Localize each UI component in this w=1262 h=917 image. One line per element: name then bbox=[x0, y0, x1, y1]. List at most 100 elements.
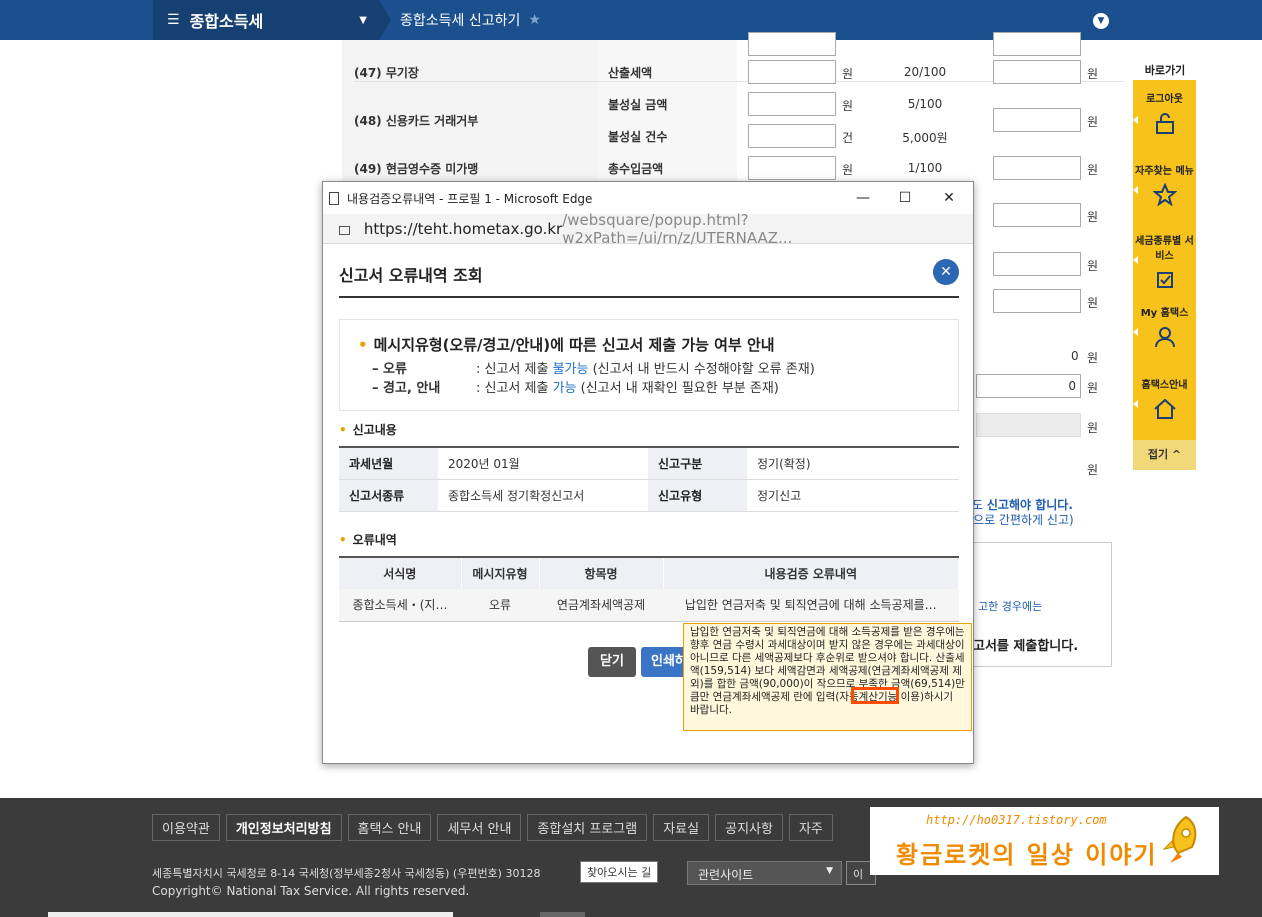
minimize-button[interactable]: — bbox=[843, 182, 883, 214]
row-48-amount-input[interactable] bbox=[748, 92, 836, 116]
table-cell[interactable]: 오류 bbox=[461, 589, 539, 622]
page-icon bbox=[329, 191, 339, 205]
close-button[interactable]: 닫기 bbox=[588, 647, 636, 677]
unit-label: 원 bbox=[1087, 259, 1099, 273]
column-header: 서식명 bbox=[339, 557, 462, 589]
tooltip-text: 납입한 연금저축 및 퇴직연금에 대해 소득공제를 받은 경우에는 향후 연금 … bbox=[690, 626, 965, 716]
scrollbar[interactable] bbox=[48, 912, 453, 917]
quick-item-label: 자주찾는 메뉴 bbox=[1135, 166, 1194, 177]
quick-item-logout[interactable]: 로그아웃 bbox=[1133, 90, 1196, 135]
footer-link-data[interactable]: 자료실 bbox=[653, 814, 710, 841]
table-cell[interactable]: 종합소득세・(지… bbox=[339, 589, 461, 622]
checkbox-icon bbox=[1156, 272, 1173, 288]
row-47-amount-input[interactable] bbox=[748, 60, 836, 84]
footer-link-install[interactable]: 종합설치 프로그램 bbox=[527, 814, 648, 841]
related-sites-select[interactable]: 관련사이트 ▼ bbox=[687, 861, 842, 885]
table-key: 신고서종류 bbox=[339, 479, 438, 512]
scrollbar-thumb[interactable] bbox=[540, 912, 585, 917]
info-box-bold: 고서를 제출합니다. bbox=[973, 639, 1079, 654]
related-sites-label: 관련사이트 bbox=[698, 868, 754, 882]
table-cell[interactable]: 연금계좌세액공제 bbox=[539, 589, 663, 622]
footer-address: 세종특별자치시 국세청로 8-14 국세청(정부세종2청사 국세청동) (우편번… bbox=[152, 867, 541, 880]
unit-label: 원 bbox=[1087, 210, 1099, 224]
table-value: 2020년 01월 bbox=[438, 447, 648, 480]
footer-link-privacy[interactable]: 개인정보처리방침 bbox=[225, 814, 342, 841]
close-window-button[interactable]: ✕ bbox=[929, 182, 969, 214]
footer-link-terms[interactable]: 이용약관 bbox=[152, 814, 220, 841]
row-47-sub: 산출세액 bbox=[608, 66, 653, 80]
quick-item-label: 홈택스안내 bbox=[1141, 380, 1188, 391]
column-header: 내용검증 오류내역 bbox=[663, 557, 959, 589]
table-row[interactable]: 종합소득세・(지… 오류 연금계좌세액공제 납입한 연금저축 및 퇴직연금에 대… bbox=[339, 589, 959, 622]
main-menu-label: 종합소득세 bbox=[189, 12, 264, 31]
arrow-icon bbox=[1133, 116, 1138, 124]
unit-label: 원 bbox=[1087, 296, 1099, 310]
quick-item-guide[interactable]: 홈택스안내 bbox=[1133, 376, 1196, 421]
row-48-sub1: 불성실 금액 bbox=[608, 98, 668, 112]
tax-input[interactable] bbox=[993, 289, 1081, 313]
maximize-button[interactable]: ☐ bbox=[885, 182, 925, 214]
tax-input[interactable] bbox=[993, 203, 1081, 227]
quick-item-favorites[interactable]: 자주찾는 메뉴 bbox=[1133, 162, 1196, 207]
tax-input[interactable] bbox=[993, 32, 1081, 56]
chevron-down-icon[interactable]: ▼ bbox=[1093, 13, 1109, 29]
error-table: 서식명 메시지유형 항목명 내용검증 오류내역 종합소득세・(지… 오류 연금계… bbox=[339, 556, 959, 622]
main-menu-button[interactable]: ☰ 종합소득세 ▼ bbox=[153, 0, 379, 40]
footer-link-hometax[interactable]: 홈택스 안내 bbox=[347, 814, 432, 841]
footer-link-notice[interactable]: 공지사항 bbox=[715, 814, 783, 841]
row-48-tax-input[interactable] bbox=[993, 108, 1081, 132]
row-47-tax-input[interactable] bbox=[993, 60, 1081, 84]
row-48-sub2: 불성실 건수 bbox=[608, 130, 668, 144]
home-icon bbox=[1153, 398, 1176, 419]
row-49-tax-input[interactable] bbox=[993, 156, 1081, 180]
unit-label: 원 bbox=[842, 163, 854, 177]
total-input[interactable]: 0 bbox=[976, 374, 1081, 398]
row-49-amount-input[interactable] bbox=[748, 156, 836, 180]
star-icon bbox=[1152, 183, 1177, 207]
footer-links: 이용약관 개인정보처리방침 홈택스 안내 세무서 안내 종합설치 프로그램 자료… bbox=[152, 814, 833, 841]
hamburger-icon: ☰ bbox=[167, 12, 180, 28]
fold-button[interactable]: 접기 ^ bbox=[1133, 440, 1196, 470]
unit-label: 건 bbox=[842, 131, 854, 145]
footer-link-office[interactable]: 세무서 안내 bbox=[437, 814, 522, 841]
total-value: 0 bbox=[1071, 349, 1079, 363]
amount-input[interactable] bbox=[748, 32, 836, 56]
guide-line-warning: – 경고, 안내: 신고서 제출 가능 (신고서 내 재확인 필요한 부분 존재… bbox=[372, 381, 779, 396]
breadcrumb-label[interactable]: 종합소득세 신고하기 bbox=[400, 10, 520, 30]
row-48-count-input[interactable] bbox=[748, 124, 836, 148]
info-box-text: 고한 경우에는 bbox=[978, 600, 1043, 613]
disabled-input bbox=[976, 413, 1081, 437]
guide-box: • 메시지유형(오류/경고/안내)에 따른 신고서 제출 가능 여부 안내 – 오… bbox=[339, 319, 959, 411]
url-host: https://teht.hometax.go.kr bbox=[363, 219, 563, 238]
column-header: 항목명 bbox=[539, 557, 664, 589]
section-error-heading: • 오류내역 bbox=[339, 533, 397, 547]
arrow-icon bbox=[1133, 328, 1138, 336]
row-47-rate: 20/100 bbox=[903, 65, 947, 79]
close-icon[interactable]: ✕ bbox=[933, 259, 959, 285]
notice-text-2: 번으로 간편하게 신고) bbox=[962, 513, 1074, 527]
bullet-icon: • bbox=[339, 423, 347, 437]
table-row: 과세년월 2020년 01월 신고구분 정기(확정) bbox=[339, 447, 959, 480]
footer-link-faq[interactable]: 자주 bbox=[788, 814, 833, 841]
table-key: 과세년월 bbox=[339, 447, 438, 480]
table-value: 정기(확정) bbox=[747, 447, 959, 480]
quick-item-label: 세금종류별 서비스 bbox=[1135, 236, 1194, 262]
address-bar[interactable]: https://teht.hometax.go.kr /websquare/po… bbox=[323, 211, 973, 247]
directions-button[interactable]: 찾아오시는 길 bbox=[580, 861, 659, 883]
unit-label: 원 bbox=[1087, 381, 1099, 395]
quick-item-my-hometax[interactable]: My 홈택스 bbox=[1133, 304, 1196, 349]
table-row: 신고서종류 종합소득세 정기확정신고서 신고유형 정기신고 bbox=[339, 479, 959, 512]
quick-item-tax-service[interactable]: 세금종류별 서비스 bbox=[1133, 232, 1196, 292]
star-icon[interactable]: ★ bbox=[528, 12, 541, 28]
quick-menu-title: 바로가기 bbox=[1144, 64, 1186, 77]
window-title: 내용검증오류내역 - 프로필 1 - Microsoft Edge bbox=[347, 191, 593, 206]
bullet-icon: • bbox=[358, 336, 368, 354]
footer-copyright: Copyright© National Tax Service. All rig… bbox=[152, 884, 470, 898]
error-tooltip: 납입한 연금저축 및 퇴직연금에 대해 소득공제를 받은 경우에는 향후 연금 … bbox=[683, 623, 972, 731]
section-report-heading: • 신고내용 bbox=[339, 423, 397, 437]
table-cell[interactable]: 납입한 연금저축 및 퇴직연금에 대해 소득공제를… bbox=[663, 589, 959, 622]
guide-heading: • 메시지유형(오류/경고/안내)에 따른 신고서 제출 가능 여부 안내 bbox=[358, 336, 775, 354]
print-button[interactable]: 인쇄하 bbox=[641, 647, 689, 677]
unit-label: 원 bbox=[842, 99, 854, 113]
tax-input[interactable] bbox=[993, 252, 1081, 276]
